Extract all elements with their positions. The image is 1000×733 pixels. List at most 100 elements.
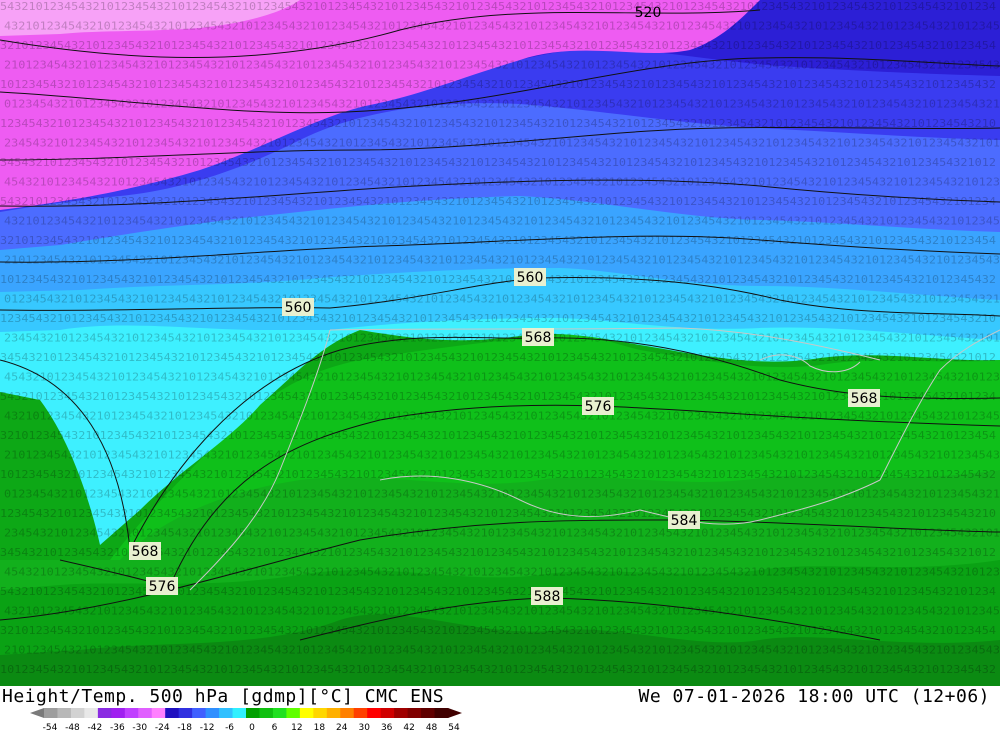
digit-texture-row: 2101234543210123454321012345432101234543… — [4, 254, 1000, 267]
digit-texture-row: 3210123454321012345432101234543210123454… — [0, 624, 996, 637]
color-scale-swatch — [313, 708, 328, 718]
digit-texture-row: 4321012345432101234543210123454321012345… — [4, 20, 1000, 33]
color-scale-swatch — [286, 708, 301, 718]
color-scale-tick-label: 12 — [291, 723, 302, 733]
color-scale-swatch — [111, 708, 126, 718]
color-scale-tick-label: -42 — [88, 723, 103, 733]
digit-texture-row: 0123454321012345432101234543210123454321… — [4, 488, 1000, 501]
color-scale-swatch — [380, 708, 395, 718]
color-scale-swatch — [205, 708, 220, 718]
color-scale-swatch — [219, 708, 234, 718]
digit-texture-row: 3454321012345432101234543210123454321012… — [0, 156, 996, 169]
contour-label-text: 576 — [149, 579, 176, 595]
color-scale-tick-label: 6 — [272, 723, 278, 733]
color-scale-swatch — [124, 708, 139, 718]
color-scale-swatch — [97, 708, 112, 718]
contour-label-576-center: 576 — [582, 397, 614, 415]
color-scale-tick-label: -36 — [110, 723, 125, 733]
color-scale-tick-label: -6 — [225, 723, 234, 733]
color-scale-swatch — [272, 708, 287, 718]
color-scale-swatch — [299, 708, 314, 718]
map-canvas: 5432101234543210123454321012345432101234… — [0, 0, 1000, 686]
color-scale-tick-label: -18 — [177, 723, 192, 733]
digit-texture-row: 4543210123454321012345432101234543210123… — [4, 566, 1000, 579]
color-scale-swatch — [232, 708, 247, 718]
contour-label-520-top: 520 — [635, 5, 662, 21]
color-scale-tick-label: 24 — [336, 723, 348, 733]
color-scale-right-arrow — [448, 708, 462, 718]
color-scale-swatch — [326, 708, 341, 718]
digit-texture-row: 5432101234543210123454321012345432101234… — [0, 195, 996, 208]
color-scale-tick-label: -12 — [200, 723, 215, 733]
contour-label-text: 568 — [132, 544, 159, 560]
digit-texture-row: 2101234543210123454321012345432101234543… — [4, 644, 1000, 657]
color-scale-swatch — [340, 708, 355, 718]
digit-texture-row: 1234543210123454321012345432101234543210… — [0, 507, 996, 520]
color-scale-swatch — [421, 708, 436, 718]
color-scale-swatch — [151, 708, 166, 718]
color-scale-swatch — [44, 708, 58, 718]
color-scale: -54 -48 -42 -36 -30 -24 -18 -12 -6 0 6 12 18 24 30 36 42… — [30, 708, 462, 733]
contour-label-568-center: 568 — [522, 328, 554, 346]
color-scale-swatch — [407, 708, 422, 718]
digit-texture-row: 1012345432101234543210123454321012345432… — [0, 468, 996, 481]
digit-texture-row: 1234543210123454321012345432101234543210… — [0, 312, 996, 325]
contour-label-560-center: 560 — [514, 268, 546, 286]
digit-texture-row: 3210123454321012345432101234543210123454… — [0, 429, 996, 442]
digit-texture-row: 4543210123454321012345432101234543210123… — [4, 371, 1000, 384]
color-scale-swatch — [138, 708, 153, 718]
footer: Height/Temp. 500 hPa [gdmp][°C] CMC ENS … — [0, 686, 1000, 733]
color-scale-swatch — [165, 708, 180, 718]
color-scale-tick-label: 18 — [314, 723, 326, 733]
map-title: Height/Temp. 500 hPa [gdmp][°C] CMC ENS — [2, 686, 445, 707]
color-scale-tick-label: 48 — [426, 723, 438, 733]
color-scale-swatch — [367, 708, 382, 718]
digit-texture-row: 3210123454321012345432101234543210123454… — [0, 234, 996, 247]
map-area: 5432101234543210123454321012345432101234… — [0, 0, 1000, 686]
digit-texture-row: 1012345432101234543210123454321012345432… — [0, 663, 996, 676]
color-scale-tick-label: -30 — [132, 723, 147, 733]
color-scale-tick-label: -24 — [155, 723, 170, 733]
digit-texture-row: 1012345432101234543210123454321012345432… — [0, 78, 996, 91]
color-scale-swatch — [70, 708, 85, 718]
digit-texture-row: 5432101234543210123454321012345432101234… — [0, 390, 996, 403]
color-scale-tick-label: 0 — [249, 723, 255, 733]
color-scale-ticks: -54 -48 -42 -36 -30 -24 -18 -12 -6 0 6 12 18 24 30 36 42… — [43, 723, 460, 733]
contour-label-560-left: 560 — [282, 298, 314, 316]
color-scale-tick-label: -54 — [43, 723, 58, 733]
digit-texture-row: 4321012345432101234543210123454321012345… — [4, 605, 1000, 618]
color-scale-swatch — [353, 708, 368, 718]
map-datetime: We 07-01-2026 18:00 UTC (12+06) — [638, 686, 990, 707]
color-scale-swatch — [394, 708, 409, 718]
digit-texture-row: 3210123454321012345432101234543210123454… — [0, 39, 996, 52]
contour-label-588-center: 588 — [531, 587, 563, 605]
digit-texture-row: 5432101234543210123454321012345432101234… — [0, 0, 996, 13]
color-scale-swatches — [30, 708, 462, 718]
contour-label-576-left: 576 — [146, 577, 178, 595]
digit-texture-row: 1012345432101234543210123454321012345432… — [0, 273, 996, 286]
digit-texture-row: 3454321012345432101234543210123454321012… — [0, 351, 996, 364]
color-scale-swatch — [84, 708, 99, 718]
digit-texture-row: 2345432101234543210123454321012345432101… — [4, 527, 1000, 540]
color-scale-swatch — [192, 708, 207, 718]
contour-label-text: 520 — [635, 5, 662, 21]
color-scale-tick-label: 54 — [448, 723, 460, 733]
color-scale-left-arrow — [30, 708, 44, 718]
digit-texture-row: 2101234543210123454321012345432101234543… — [4, 59, 1000, 72]
color-scale-tick-label: -48 — [65, 723, 80, 733]
color-scale-swatch — [434, 708, 449, 718]
color-scale-swatch — [57, 708, 72, 718]
color-scale-tick-label: 30 — [358, 723, 370, 733]
color-scale-swatch — [259, 708, 274, 718]
contour-label-text: 560 — [517, 270, 544, 286]
color-scale-tick-label: 42 — [403, 723, 414, 733]
contour-label-text: 584 — [671, 513, 698, 529]
color-scale-swatch — [246, 708, 260, 718]
contour-label-568-right: 568 — [848, 389, 880, 407]
contour-label-text: 568 — [851, 391, 878, 407]
digit-texture-row: 4321012345432101234543210123454321012345… — [4, 215, 1000, 228]
contour-label-568-left: 568 — [129, 542, 161, 560]
contour-label-text: 588 — [534, 589, 561, 605]
digit-texture-row: 2101234543210123454321012345432101234543… — [4, 449, 1000, 462]
contour-label-584-center: 584 — [668, 511, 700, 529]
